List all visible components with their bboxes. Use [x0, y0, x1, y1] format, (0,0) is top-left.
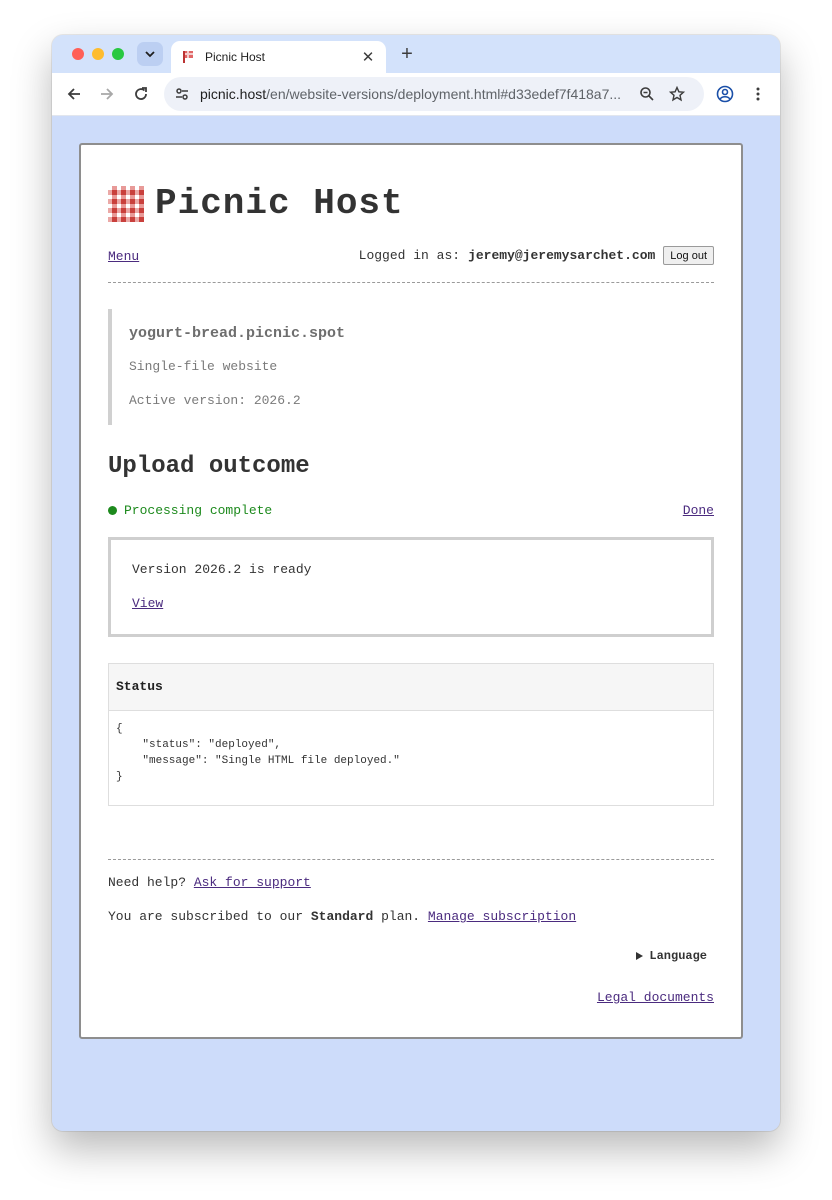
active-version: Active version: 2026.2 — [129, 393, 301, 408]
zoom-button[interactable] — [638, 85, 656, 103]
language-label: Language — [649, 949, 707, 963]
more-vert-icon — [756, 87, 760, 101]
page-card: Picnic Host Menu Logged in as: jeremy@je… — [79, 143, 743, 1039]
chevron-down-icon — [145, 51, 155, 58]
site-title: Picnic Host — [155, 183, 404, 224]
logged-in-label: Logged in as: — [358, 248, 461, 263]
tab-strip: Picnic Host ✕ + — [52, 35, 780, 73]
ready-message: Version 2026.2 is ready — [132, 562, 312, 577]
tab-close-icon[interactable]: ✕ — [360, 48, 376, 66]
user-email: jeremy@jeremysarchet.com — [468, 248, 656, 263]
tab-search-button[interactable] — [137, 42, 163, 66]
picnic-flag-icon — [183, 51, 193, 63]
browser-menu-button[interactable] — [747, 83, 769, 105]
help-line: Need help? Ask for support — [108, 875, 311, 890]
arrow-left-icon — [67, 88, 80, 100]
menu-link[interactable]: Menu — [108, 249, 139, 264]
plan-name: Standard — [310, 909, 374, 924]
view-link[interactable]: View — [132, 596, 163, 611]
browser-window: Picnic Host ✕ + picnic.host/en/website-v… — [52, 35, 780, 1131]
close-window-button[interactable] — [72, 48, 84, 60]
forward-button[interactable] — [96, 83, 118, 105]
processing-status: Processing complete — [108, 503, 272, 518]
subscription-line: You are subscribed to our Standard plan.… — [108, 909, 576, 924]
help-label: Need help? — [108, 875, 187, 890]
url-host: picnic.host — [200, 86, 267, 102]
brand: Picnic Host — [108, 183, 404, 224]
status-panel-title: Status — [109, 664, 713, 711]
version-ready-box: Version 2026.2 is ready View — [108, 537, 714, 637]
zoom-icon — [640, 87, 654, 101]
page-heading: Upload outcome — [108, 453, 310, 480]
disclosure-triangle-icon — [636, 952, 644, 960]
browser-toolbar: picnic.host/en/website-versions/deployme… — [52, 73, 780, 116]
browser-tab[interactable]: Picnic Host ✕ — [171, 41, 386, 73]
reload-button[interactable] — [130, 83, 152, 105]
star-icon — [669, 86, 685, 102]
minimize-window-button[interactable] — [92, 48, 104, 60]
url-text: picnic.host/en/website-versions/deployme… — [200, 86, 630, 102]
done-link[interactable]: Done — [683, 503, 714, 518]
reload-icon — [135, 87, 147, 100]
site-type: Single-file website — [129, 359, 278, 374]
site-settings-icon[interactable] — [174, 86, 190, 102]
site-name: yogurt-bread.picnic.spot — [129, 325, 346, 342]
support-link[interactable]: Ask for support — [194, 875, 311, 890]
status-panel: Status { "status": "deployed", "message"… — [108, 663, 714, 806]
profile-icon — [716, 85, 734, 103]
back-button[interactable] — [63, 83, 85, 105]
manage-subscription-link[interactable]: Manage subscription — [428, 909, 576, 924]
address-bar[interactable]: picnic.host/en/website-versions/deployme… — [164, 77, 704, 111]
window-controls — [72, 48, 124, 60]
url-path: /en/website-versions/deployment.html#d33… — [266, 86, 622, 102]
login-info: Logged in as: jeremy@jeremysarchet.com L… — [359, 246, 714, 265]
tab-title: Picnic Host — [205, 50, 266, 64]
arrow-right-icon — [101, 88, 114, 100]
sub-suffix: plan. — [381, 909, 421, 924]
sub-prefix: You are subscribed to our — [108, 909, 304, 924]
logout-button[interactable]: Log out — [663, 246, 714, 265]
new-tab-button[interactable]: + — [397, 43, 417, 65]
header-divider — [108, 282, 714, 283]
status-text: Processing complete — [124, 503, 273, 518]
profile-button[interactable] — [714, 83, 736, 105]
maximize-window-button[interactable] — [112, 48, 124, 60]
legal-link[interactable]: Legal documents — [597, 990, 714, 1005]
footer-divider — [108, 859, 714, 860]
viewport: Picnic Host Menu Logged in as: jeremy@je… — [52, 117, 780, 1131]
site-summary: yogurt-bread.picnic.spot Single-file web… — [108, 309, 714, 425]
gingham-logo-icon — [108, 185, 144, 222]
status-json: { "status": "deployed", "message": "Sing… — [116, 723, 400, 783]
status-dot-icon — [108, 506, 117, 515]
bookmark-button[interactable] — [668, 85, 686, 103]
language-toggle[interactable]: Language — [636, 949, 707, 963]
